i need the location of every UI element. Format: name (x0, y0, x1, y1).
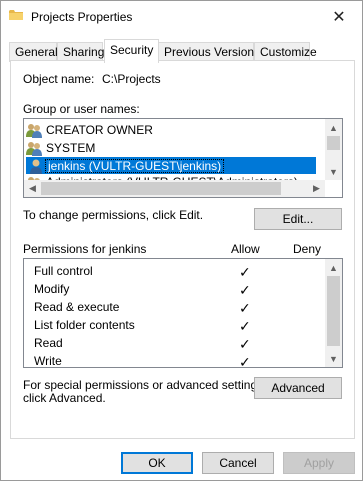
security-tab-panel: Object name: C:\Projects Group or user n… (10, 60, 355, 439)
object-name-value: C:\Projects (102, 72, 161, 86)
advanced-button-label: Advanced (271, 381, 325, 395)
permission-name: Full control (34, 264, 93, 278)
cancel-button[interactable]: Cancel (202, 452, 274, 474)
cancel-button-label: Cancel (219, 456, 257, 470)
group-list-vertical-scrollbar[interactable]: ▲ ▼ (325, 119, 342, 180)
list-item[interactable]: CREATOR OWNER (26, 121, 326, 138)
advanced-button[interactable]: Advanced (254, 377, 342, 399)
object-name-label: Object name: (23, 72, 95, 86)
ok-button[interactable]: OK (121, 452, 193, 474)
tab-general[interactable]: General (9, 42, 58, 62)
group-name: jenkins (VULTR-GUEST\jenkins) (45, 158, 225, 173)
ok-button-label: OK (148, 456, 166, 470)
close-icon: ✕ (332, 8, 346, 26)
allow-column-header: Allow (231, 242, 260, 256)
scroll-up-arrow-icon[interactable]: ▲ (325, 119, 342, 136)
tab-sharing[interactable]: Sharing (57, 42, 104, 62)
advanced-text-line1: For special permissions or advanced sett… (23, 378, 267, 392)
permission-name: List folder contents (34, 318, 135, 332)
scroll-thumb[interactable] (327, 276, 340, 346)
scroll-down-arrow-icon[interactable]: ▼ (325, 350, 342, 367)
scroll-thumb[interactable] (41, 182, 281, 195)
permission-row: Read & execute ✓ (34, 300, 324, 318)
folder-icon (9, 10, 23, 20)
permissions-label: Permissions for jenkins (23, 242, 147, 256)
title-bar: Projects Properties ✕ (1, 1, 362, 33)
permission-row: Modify ✓ (34, 282, 324, 300)
permission-row: Read ✓ (34, 336, 324, 354)
single-user-icon (30, 159, 42, 174)
properties-dialog: Projects Properties ✕ General Sharing Se… (0, 0, 363, 481)
list-item[interactable]: SYSTEM (26, 139, 326, 156)
group-users-icon (26, 141, 42, 156)
tab-previous-versions[interactable]: Previous Versions (158, 42, 260, 62)
allow-check-icon: ✓ (239, 354, 251, 368)
group-users-icon (26, 123, 42, 138)
list-item-selected[interactable]: jenkins (VULTR-GUEST\jenkins) (26, 157, 316, 174)
permission-row: Write ✓ (34, 354, 324, 368)
scroll-up-arrow-icon[interactable]: ▲ (325, 259, 342, 276)
permission-name: Read (34, 336, 63, 350)
allow-check-icon: ✓ (239, 300, 251, 316)
permission-row: Full control ✓ (34, 264, 324, 282)
allow-check-icon: ✓ (239, 336, 251, 352)
allow-check-icon: ✓ (239, 282, 251, 298)
allow-check-icon: ✓ (239, 264, 251, 280)
advanced-text-line2: click Advanced. (23, 391, 106, 405)
tab-security[interactable]: Security (104, 39, 159, 63)
permission-row: List folder contents ✓ (34, 318, 324, 336)
edit-button[interactable]: Edit... (254, 208, 342, 230)
scroll-right-arrow-icon[interactable]: ▶ (308, 180, 325, 197)
scroll-down-arrow-icon[interactable]: ▼ (325, 163, 342, 180)
scroll-left-arrow-icon[interactable]: ◀ (24, 180, 41, 197)
deny-column-header: Deny (293, 242, 322, 256)
group-list-horizontal-scrollbar[interactable]: ◀ ▶ (24, 180, 325, 197)
allow-check-icon: ✓ (239, 318, 251, 334)
change-permissions-text: To change permissions, click Edit. (23, 208, 204, 222)
permission-name: Read & execute (34, 300, 120, 314)
group-name: CREATOR OWNER (46, 122, 153, 137)
scroll-thumb[interactable] (327, 136, 340, 150)
permissions-vertical-scrollbar[interactable]: ▲ ▼ (325, 259, 342, 367)
window-title: Projects Properties (31, 10, 133, 24)
permissions-list[interactable]: Full control ✓ Modify ✓ Read & execute ✓… (23, 258, 343, 368)
permission-name: Modify (34, 282, 70, 296)
tab-customize[interactable]: Customize (254, 42, 317, 62)
close-button[interactable]: ✕ (316, 1, 362, 32)
permission-name: Write (34, 354, 62, 368)
apply-button[interactable]: Apply (283, 452, 355, 474)
edit-button-label: Edit... (282, 212, 314, 226)
group-user-list[interactable]: CREATOR OWNER SYSTEM jenkins (VULTR-GUES… (23, 118, 343, 198)
apply-button-label: Apply (303, 456, 335, 470)
group-names-label: Group or user names: (23, 102, 140, 116)
group-name: SYSTEM (46, 140, 96, 155)
